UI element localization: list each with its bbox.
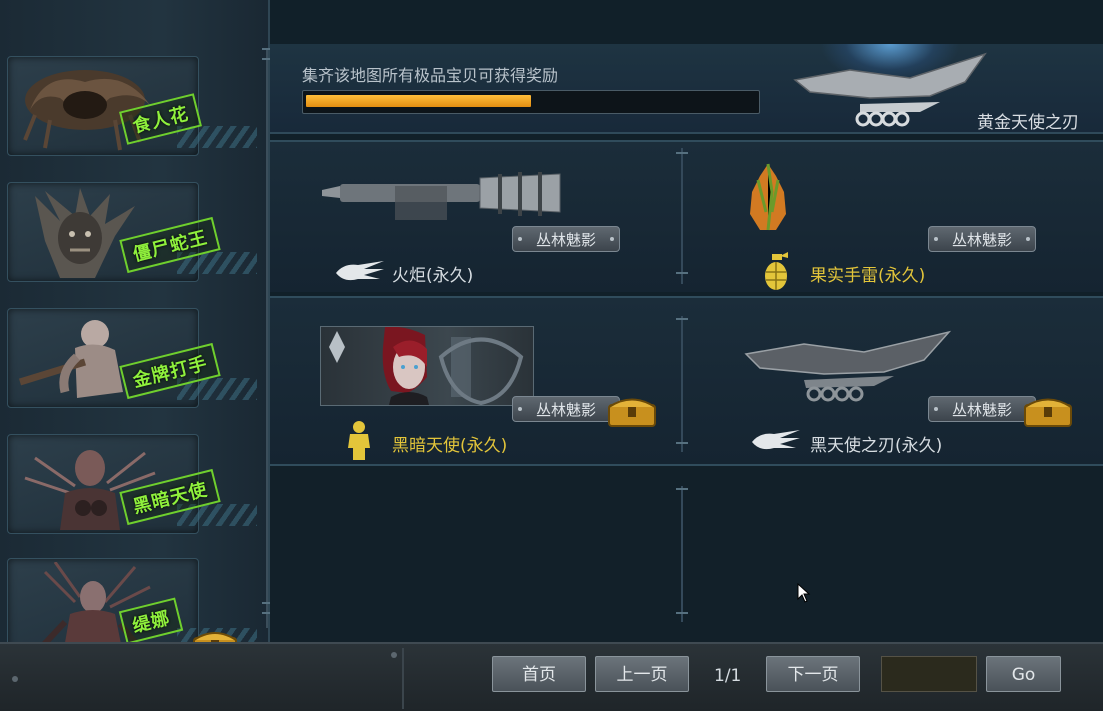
item-name: 果实手雷(永久) [810,266,926,286]
page-indicator: 1/1 [714,666,742,686]
item-cell-fruit-grenade[interactable]: 丛林魅影 果实手雷(永久) [688,142,1098,292]
golden-angel-blade-image [793,52,987,127]
torch-weapon-image [322,172,561,220]
melee-weapon-icon [752,430,800,450]
boss-card-4[interactable]: 黑暗天使 [7,434,263,538]
column-tick [676,612,688,614]
rail-line [266,48,268,628]
item-cell-torch[interactable]: 丛林魅影 火炬(永久) [272,142,682,292]
melee-weapon-icon [336,261,384,281]
grenade-icon [765,252,788,290]
source-badge: 丛林魅影 [512,396,620,422]
item-name: 火炬(永久) [392,266,474,286]
boss-card-1[interactable]: 食人花 [7,56,263,160]
item-row-3 [270,466,1103,642]
reward-description: 集齐该地图所有极品宝贝可获得奖励 [302,66,559,85]
screw-decoration [391,652,397,658]
first-page-button[interactable]: 首页 [492,656,586,692]
source-badge: 丛林魅影 [512,226,620,252]
go-button[interactable]: Go [986,656,1061,692]
mouse-cursor-icon [797,583,811,603]
source-badge: 丛林魅影 [928,226,1036,252]
item-name: 黑暗天使(永久) [392,436,508,456]
reward-item-name: 黄金天使之刃 [977,113,1079,133]
next-page-button[interactable]: 下一页 [766,656,860,692]
black-angel-blade-image [744,330,952,402]
column-tick [676,488,688,490]
character-icon [348,421,370,460]
page-number-input[interactable] [881,656,977,692]
column-divider [681,486,683,622]
dark-angel-card-image [320,326,534,406]
item-cell-black-angel-blade[interactable]: 丛林魅影 黑天使之刃(永久) [688,312,1098,462]
boss-sidebar: 食人花 僵尸蛇王 金牌打手 黑暗天使 缇娜 [0,0,270,659]
fruit-grenade-image [750,163,786,231]
collection-progress-bar [302,90,760,114]
item-cell-dark-angel[interactable]: 丛林魅影 黑暗天使(永久) [272,312,682,462]
boss-card-3[interactable]: 金牌打手 [7,308,263,412]
bar-divider [402,648,404,709]
screw-decoration [12,676,18,682]
treasure-chest-icon [608,398,656,427]
boss-card-2[interactable]: 僵尸蛇王 [7,182,263,286]
source-badge: 丛林魅影 [928,396,1036,422]
treasure-chest-icon [1024,398,1072,427]
previous-page-button[interactable]: 上一页 [595,656,689,692]
item-name: 黑天使之刃(永久) [810,436,943,456]
collection-progress-fill [306,95,531,107]
